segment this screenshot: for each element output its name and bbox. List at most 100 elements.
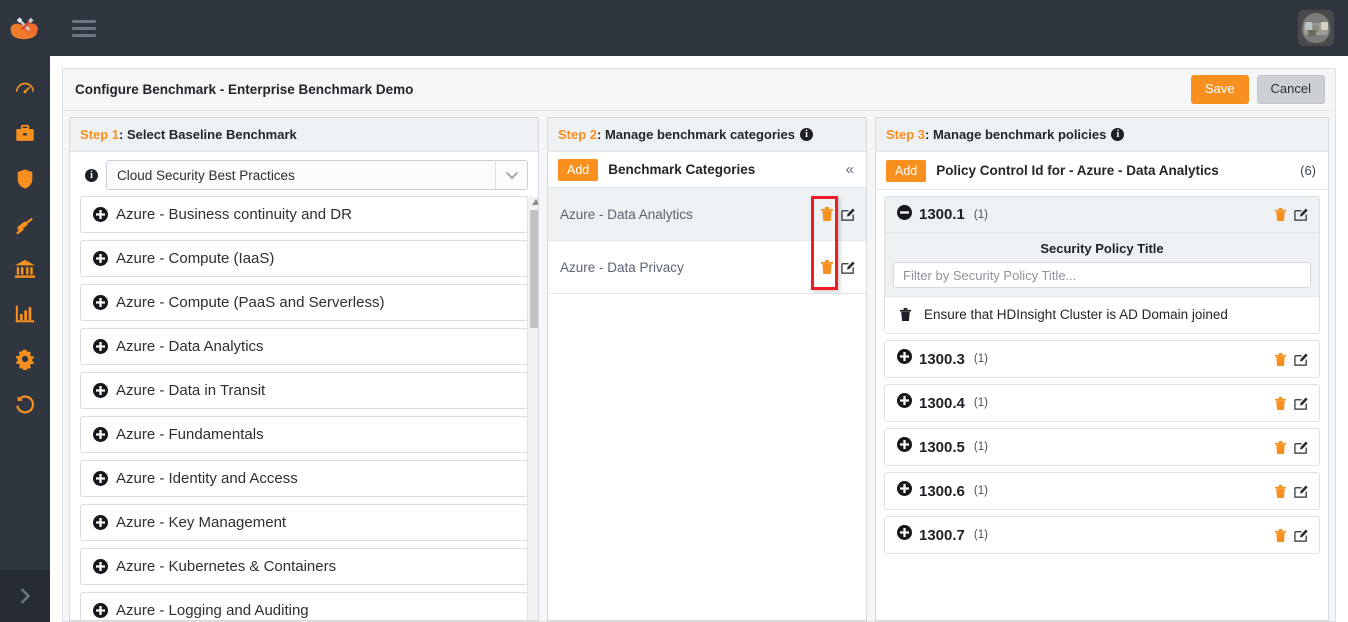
plus-circle-icon[interactable]	[93, 207, 108, 222]
edit-icon[interactable]	[1294, 484, 1309, 499]
policies-count: (6)	[1300, 163, 1316, 178]
trash-icon[interactable]	[820, 259, 834, 275]
policy-group-count: (1)	[973, 441, 988, 453]
edit-icon[interactable]	[1294, 396, 1309, 411]
policies-title: Policy Control Id for - Azure - Data Ana…	[936, 163, 1219, 178]
list-item[interactable]: Azure - Data Analytics	[548, 188, 866, 241]
avatar[interactable]	[1298, 10, 1334, 46]
step1-panel: Step 1 : Select Baseline Benchmark i Clo…	[69, 117, 539, 621]
sidebar-item-reports[interactable]	[0, 291, 50, 336]
plus-circle-icon[interactable]	[93, 251, 108, 266]
trash-icon[interactable]	[1274, 207, 1287, 222]
sidebar-item-settings[interactable]	[0, 336, 50, 381]
list-item[interactable]: Azure - Identity and Access	[80, 460, 528, 497]
policy-title: Ensure that HDInsight Cluster is AD Doma…	[924, 307, 1228, 322]
list-item[interactable]: Azure - Fundamentals	[80, 416, 528, 453]
list-item[interactable]: Azure - Data Privacy	[548, 241, 866, 294]
trash-icon[interactable]	[1274, 440, 1287, 455]
sidebar-item-governance[interactable]	[0, 246, 50, 291]
plus-circle-icon[interactable]	[93, 427, 108, 442]
info-icon[interactable]: i	[85, 168, 98, 182]
hamburger-icon[interactable]	[68, 14, 100, 43]
cancel-button[interactable]: Cancel	[1256, 75, 1325, 104]
plus-circle-icon[interactable]	[897, 481, 912, 501]
scrollbar-thumb[interactable]	[530, 210, 538, 328]
plus-circle-icon[interactable]	[93, 471, 108, 486]
app-logo[interactable]	[0, 0, 50, 56]
step2-body: Add Benchmark Categories « Azure - Data …	[548, 152, 866, 620]
policy-group-collapsed: 1300.3 (1)	[884, 340, 1320, 378]
bank-icon	[14, 259, 36, 278]
edit-icon[interactable]	[1294, 440, 1309, 455]
list-item-label: Azure - Fundamentals	[116, 426, 264, 443]
plus-circle-icon[interactable]	[897, 437, 912, 457]
security-policy-filter-input[interactable]	[893, 262, 1311, 288]
edit-icon[interactable]	[1294, 207, 1309, 222]
policy-row[interactable]: Ensure that HDInsight Cluster is AD Doma…	[885, 296, 1319, 333]
plus-circle-icon[interactable]	[93, 559, 108, 574]
sidebar-nav-list	[0, 56, 50, 426]
sidebar-item-security[interactable]	[0, 156, 50, 201]
policy-group-header[interactable]: 1300.3 (1)	[885, 341, 1319, 377]
list-item-label: Azure - Identity and Access	[116, 470, 298, 487]
policy-group-count: (1)	[973, 485, 988, 497]
plus-circle-icon[interactable]	[93, 383, 108, 398]
benchmark-list-scrollbar[interactable]	[527, 196, 538, 620]
category-name: Azure - Data Privacy	[560, 259, 684, 275]
policy-group-collapsed: 1300.6 (1)	[884, 472, 1320, 510]
baseline-benchmark-select[interactable]: Cloud Security Best Practices	[106, 160, 528, 190]
list-item[interactable]: Azure - Compute (PaaS and Serverless)	[80, 284, 528, 321]
trash-icon[interactable]	[899, 307, 912, 322]
policy-group-header[interactable]: 1300.7 (1)	[885, 517, 1319, 553]
plus-circle-icon[interactable]	[93, 515, 108, 530]
edit-icon[interactable]	[1294, 352, 1309, 367]
policy-group-collapsed: 1300.5 (1)	[884, 428, 1320, 466]
list-item-label: Azure - Logging and Auditing	[116, 602, 309, 619]
add-category-button[interactable]: Add	[558, 158, 599, 181]
sidebar-item-compliance[interactable]	[0, 201, 50, 246]
policy-group-header[interactable]: 1300.4 (1)	[885, 385, 1319, 421]
benchmark-list[interactable]: Azure - Business continuity and DR Azure…	[70, 196, 538, 620]
list-item[interactable]: Azure - Business continuity and DR	[80, 196, 528, 233]
list-item[interactable]: Azure - Kubernetes & Containers	[80, 548, 528, 585]
chevron-double-left-icon[interactable]: «	[844, 161, 856, 178]
policy-group-id: 1300.1	[919, 206, 965, 223]
sidebar-item-portfolio[interactable]	[0, 111, 50, 156]
plus-circle-icon[interactable]	[93, 339, 108, 354]
trash-icon[interactable]	[1274, 352, 1287, 367]
plus-circle-icon[interactable]	[897, 525, 912, 545]
list-item-label: Azure - Data Analytics	[116, 338, 264, 355]
edit-icon[interactable]	[1294, 528, 1309, 543]
info-icon[interactable]: i	[1111, 128, 1125, 141]
policy-group-header[interactable]: 1300.6 (1)	[885, 473, 1319, 509]
trash-icon[interactable]	[820, 206, 834, 222]
list-item[interactable]: Azure - Data Analytics	[80, 328, 528, 365]
step1-title: : Select Baseline Benchmark	[119, 127, 297, 142]
scroll-up-arrow-icon[interactable]	[532, 199, 538, 205]
list-item[interactable]: Azure - Compute (IaaS)	[80, 240, 528, 277]
policy-group-header[interactable]: 1300.1 (1)	[885, 197, 1319, 233]
edit-icon[interactable]	[841, 207, 856, 222]
policy-group-body: Security Policy Title Ensure that HDInsi…	[885, 233, 1319, 333]
policy-group-header[interactable]: 1300.5 (1)	[885, 429, 1319, 465]
list-item[interactable]: Azure - Logging and Auditing	[80, 592, 528, 620]
shield-icon	[17, 168, 33, 189]
save-button[interactable]: Save	[1190, 75, 1249, 104]
edit-icon[interactable]	[841, 260, 856, 275]
add-policy-button[interactable]: Add	[886, 159, 927, 182]
info-icon[interactable]: i	[799, 128, 813, 141]
sidebar-item-history[interactable]	[0, 381, 50, 426]
trash-icon[interactable]	[1274, 396, 1287, 411]
list-item[interactable]: Azure - Key Management	[80, 504, 528, 541]
plus-circle-icon[interactable]	[93, 295, 108, 310]
list-item[interactable]: Azure - Data in Transit	[80, 372, 528, 409]
sidebar-item-dashboard[interactable]	[0, 66, 50, 111]
plus-circle-icon[interactable]	[897, 349, 912, 369]
plus-circle-icon[interactable]	[897, 393, 912, 413]
trash-icon[interactable]	[1274, 528, 1287, 543]
plus-circle-icon[interactable]	[93, 603, 108, 618]
minus-circle-icon[interactable]	[897, 204, 912, 225]
sidebar-expand-button[interactable]	[0, 570, 50, 622]
top-bar	[50, 0, 1348, 56]
trash-icon[interactable]	[1274, 484, 1287, 499]
